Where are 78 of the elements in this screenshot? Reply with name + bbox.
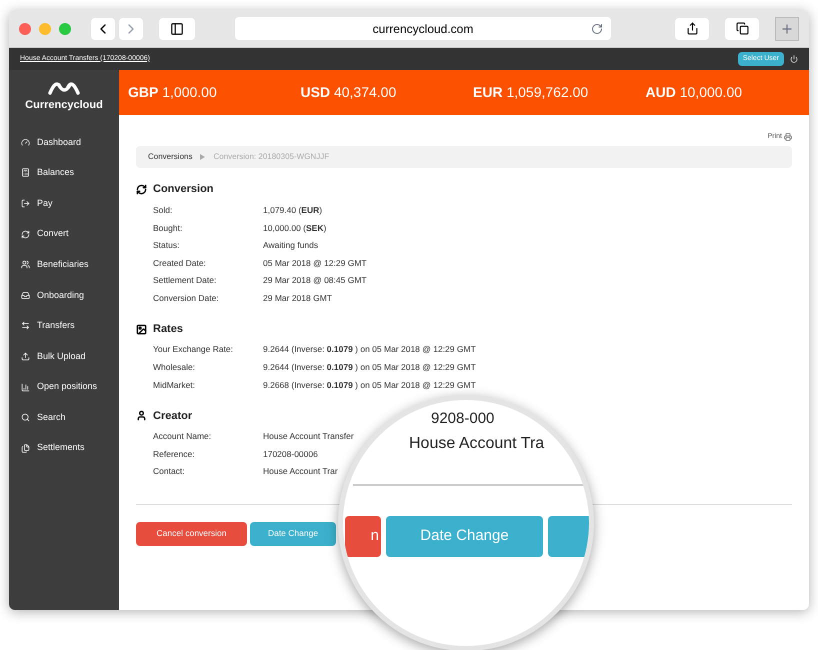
close-window-icon[interactable] <box>19 22 31 34</box>
field-label: Wholesale: <box>153 361 196 374</box>
field-value: 9.2668 (Inverse: 0.1079 ) on 05 Mar 2018 @ 12:29 GMT <box>263 378 476 392</box>
field-label: Your Exchange Rate: <box>153 343 234 356</box>
sidebar-item[interactable]: Bulk Upload <box>9 341 119 372</box>
magnified-button-edge[interactable]: n <box>345 516 381 557</box>
calculator-icon <box>21 168 30 178</box>
tabs-button[interactable] <box>725 18 759 40</box>
magnified-text: House Account Tra <box>409 434 544 454</box>
action-button[interactable]: Cancel conversion <box>136 522 247 546</box>
section-title: Conversion <box>153 182 214 198</box>
field-label: Created Date: <box>153 256 207 270</box>
image-icon <box>136 324 147 335</box>
sidebar-item[interactable]: Dashboard <box>9 127 119 158</box>
sidebar-item[interactable]: Convert <box>9 218 119 250</box>
sidebar-item[interactable]: Onboarding <box>9 280 119 311</box>
gauge-icon <box>21 138 30 147</box>
field-label: Contact: <box>153 465 186 478</box>
new-tab-button[interactable] <box>775 16 799 40</box>
field-value: 29 Mar 2018 @ 08:45 GMT <box>263 274 367 288</box>
field-label: Bought: <box>153 222 184 234</box>
field-label: Status: <box>153 239 180 252</box>
sidebar-item[interactable]: Pay <box>9 188 119 219</box>
section-title: Rates <box>153 322 183 337</box>
exit-icon <box>21 198 30 208</box>
back-button[interactable] <box>91 18 115 40</box>
field-value: 05 Mar 2018 @ 12:29 GMT <box>263 256 367 270</box>
people-icon <box>21 260 30 270</box>
balance-amount: AUD 10,000.00 <box>644 83 744 102</box>
field-label: Settlement Date: <box>153 274 218 288</box>
section-title: Creator <box>153 408 192 424</box>
field-value: 9.2644 (Inverse: 0.1079 ) on 05 Mar 2018 @ 12:29 GMT <box>263 361 476 374</box>
breadcrumb-item[interactable]: Conversions <box>148 150 192 162</box>
sidebar-item[interactable]: Settlements <box>9 432 119 464</box>
field-value: 10,000.00 (SEK) <box>263 222 326 234</box>
field-label: Account Name: <box>153 430 212 444</box>
search-icon <box>21 413 30 422</box>
sidebar-item[interactable]: Beneficiaries <box>9 249 119 280</box>
printer-icon <box>784 133 792 142</box>
documents-icon <box>21 444 30 453</box>
share-button[interactable] <box>675 18 709 40</box>
field-label: Reference: <box>153 448 196 461</box>
power-icon[interactable] <box>790 55 798 63</box>
field-value: 170208-00006 <box>263 448 318 461</box>
person-icon <box>136 410 147 422</box>
field-value: 1,079.40 (EUR) <box>263 204 322 217</box>
share-icon <box>686 22 698 35</box>
sidebar-item[interactable]: Transfers <box>9 310 119 342</box>
refresh-icon <box>136 184 147 195</box>
field-label: Conversion Date: <box>153 292 220 305</box>
sidebar-item[interactable]: Balances <box>9 158 119 188</box>
tabs-icon <box>736 22 748 35</box>
breadcrumb-arrow-icon <box>200 154 206 160</box>
field-value: House Account Trar <box>263 465 338 478</box>
reload-icon[interactable] <box>591 22 603 34</box>
upload-icon <box>21 352 30 361</box>
sidebar-item[interactable]: Open positions <box>9 372 119 402</box>
field-value: 29 Mar 2018 GMT <box>263 292 332 305</box>
arrows-icon <box>21 321 30 330</box>
logo-text: Currencycloud <box>25 98 103 114</box>
field-value: 9.2644 (Inverse: 0.1079 ) on 05 Mar 2018 @ 12:29 GMT <box>263 343 476 356</box>
field-label: Sold: <box>153 204 174 217</box>
plus-icon <box>780 22 794 36</box>
refresh-icon <box>21 230 30 239</box>
sidebar-icon <box>170 22 184 36</box>
magnified-text: 9208-000 <box>431 409 494 429</box>
url-text: currencycloud.com <box>372 20 474 38</box>
field-value: Awaiting funds <box>263 239 318 252</box>
balance-amount: USD 40,374.00 <box>300 83 398 102</box>
sidebar-item[interactable]: Search <box>9 402 119 433</box>
address-bar[interactable]: currencycloud.com <box>235 17 611 40</box>
field-label: MidMarket: <box>153 378 196 392</box>
sidebar-toggle-button[interactable] <box>159 18 195 40</box>
balance-amount: GBP 1,000.00 <box>127 83 218 102</box>
field-value: House Account Transfer <box>263 430 354 444</box>
balance-amount: EUR 1,059,762.00 <box>472 83 590 102</box>
inbox-icon <box>21 290 30 300</box>
bar-chart-icon <box>21 382 30 392</box>
